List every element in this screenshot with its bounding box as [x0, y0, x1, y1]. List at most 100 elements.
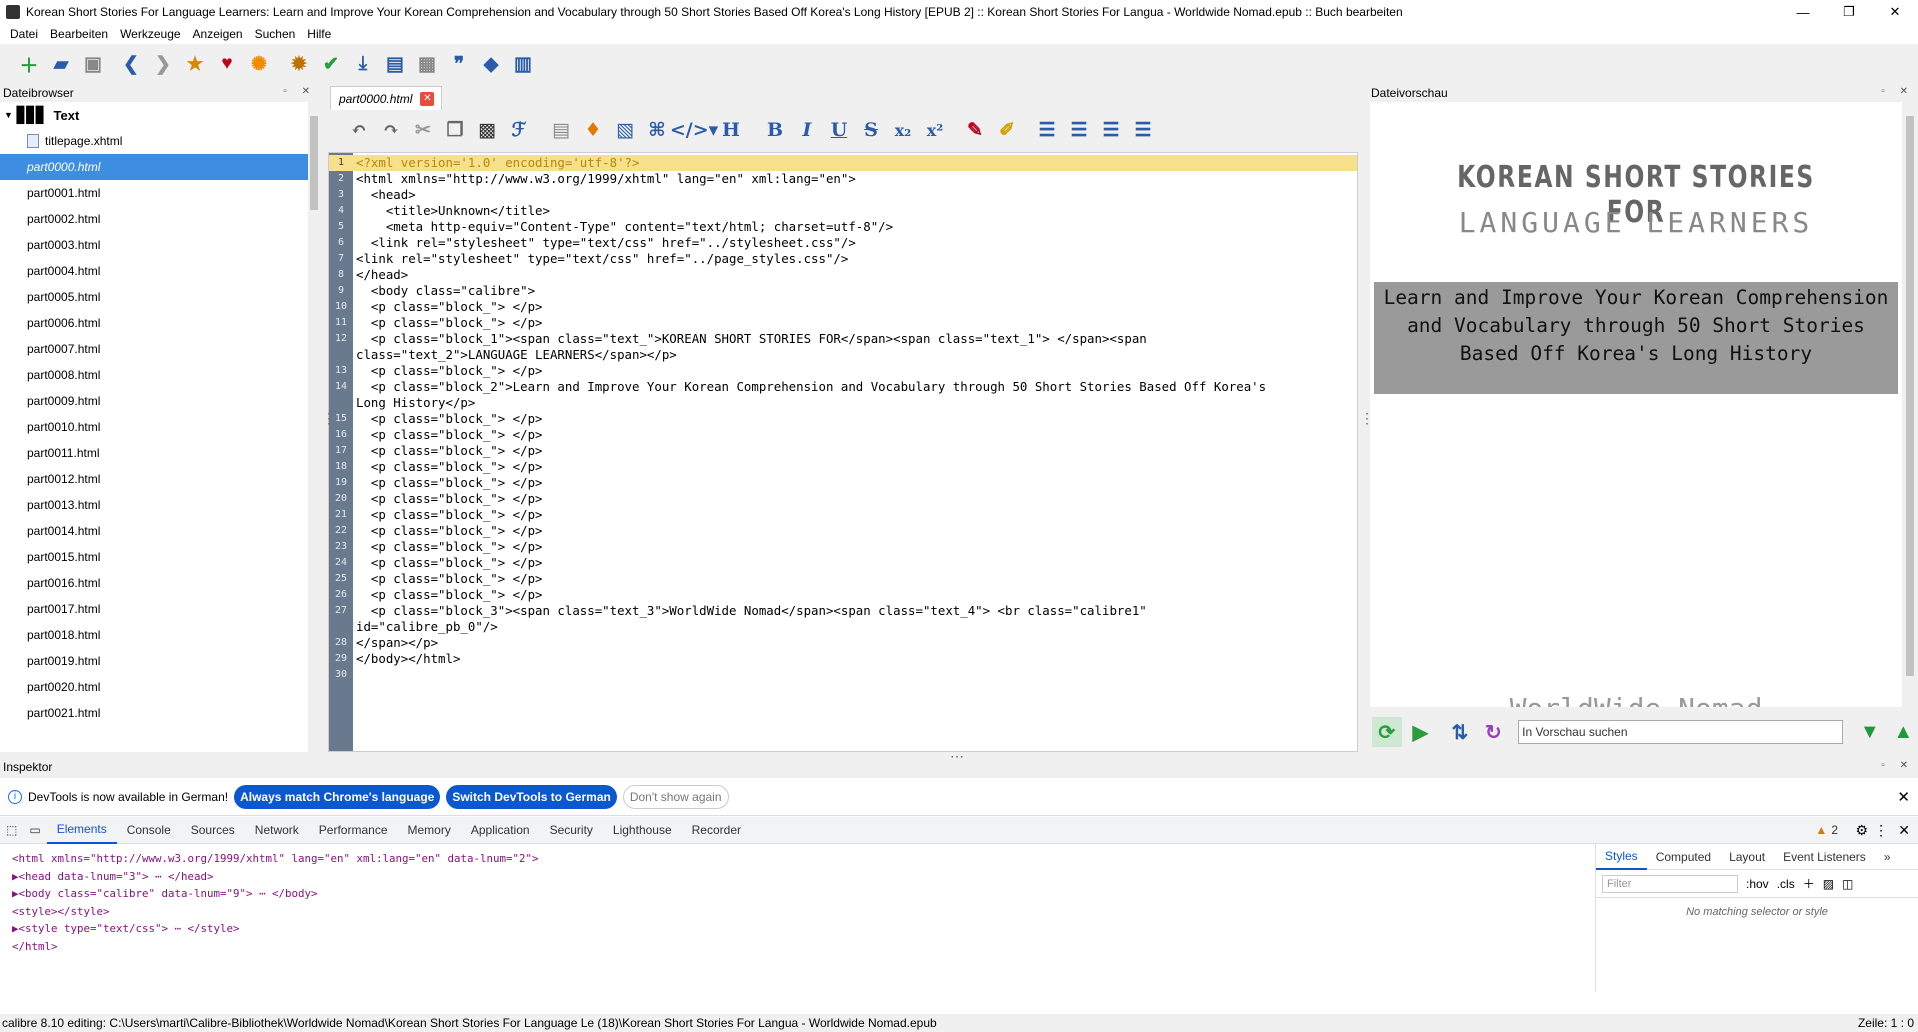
file-item[interactable]: part0000.html — [0, 154, 308, 180]
hov-toggle[interactable]: :hov — [1746, 877, 1769, 891]
auto-reload-icon[interactable]: ▶ — [1406, 717, 1436, 747]
refresh-icon[interactable]: ⟳ — [1372, 717, 1402, 747]
code-line[interactable]: 18 <p class="block_"> </p> — [329, 459, 1357, 475]
donate-heart-icon[interactable]: ♥ — [212, 49, 242, 79]
dom-node[interactable]: ▶<head data-lnum="3"> ⋯ </head> — [12, 868, 1592, 886]
code-line[interactable]: 2 <html xmlns="http://www.w3.org/1999/xht… — [329, 171, 1357, 187]
dom-node[interactable]: <html xmlns="http://www.w3.org/1999/xhtm… — [12, 850, 1592, 868]
code-line[interactable]: 11 <p class="block_"> </p> — [329, 315, 1357, 331]
cut-icon[interactable]: ✂ — [408, 115, 438, 145]
check-book-bug-icon[interactable]: ✹ — [284, 49, 314, 79]
save-icon[interactable]: ▣ — [78, 49, 108, 79]
menu-werkzeuge[interactable]: Werkzeuge — [114, 27, 186, 41]
dom-node[interactable]: ▶<body class="calibre" data-lnum="9"> ⋯ … — [12, 885, 1592, 903]
code-line[interactable]: 23 <p class="block_"> </p> — [329, 539, 1357, 555]
reload-icon[interactable]: ↻ — [1479, 717, 1509, 747]
code-line[interactable]: 25 <p class="block_"> </p> — [329, 571, 1357, 587]
file-item[interactable]: part0013.html — [0, 492, 308, 518]
cls-toggle[interactable]: .cls — [1777, 877, 1795, 891]
more-options-icon[interactable]: ⋮ — [1874, 822, 1888, 839]
background-color-icon[interactable]: ✐ — [992, 115, 1022, 145]
tab-styles[interactable]: Styles — [1596, 844, 1647, 870]
align-right-icon[interactable]: ☰ — [1096, 115, 1126, 145]
strikethrough-icon[interactable]: S — [856, 115, 886, 145]
file-item[interactable]: part0004.html — [0, 258, 308, 284]
code-line[interactable]: 8 </head> — [329, 267, 1357, 283]
file-item[interactable]: part0005.html — [0, 284, 308, 310]
clean-icon[interactable]: ◆ — [476, 49, 506, 79]
pane-controls-icon[interactable]: ▫ ✕ — [283, 86, 316, 97]
file-item[interactable]: part0007.html — [0, 336, 308, 362]
paint-icon[interactable]: ▨ — [1823, 877, 1834, 891]
reports-icon[interactable]: ⤓ — [348, 49, 378, 79]
tab-network[interactable]: Network — [245, 817, 309, 844]
code-line[interactable]: class="text_2">LANGUAGE LEARNERS</span><… — [329, 347, 1357, 363]
tab-memory[interactable]: Memory — [398, 817, 461, 844]
superscript-icon[interactable]: x² — [920, 115, 950, 145]
file-item[interactable]: titlepage.xhtml — [0, 128, 308, 154]
menu-bearbeiten[interactable]: Bearbeiten — [44, 27, 114, 41]
scrollbar-thumb[interactable] — [1906, 116, 1914, 676]
new-rule-icon[interactable]: ＋ — [1803, 875, 1815, 892]
dom-node[interactable]: </html> — [12, 938, 1592, 956]
code-lines[interactable]: 1 <?xml version='1.0' encoding='utf-8'?> 2… — [329, 155, 1357, 683]
code-editor[interactable]: 1 <?xml version='1.0' encoding='utf-8'?> 2… — [328, 152, 1358, 752]
file-item[interactable]: part0002.html — [0, 206, 308, 232]
close-devtools-icon[interactable]: ✕ — [1898, 822, 1910, 839]
code-line[interactable]: 13 <p class="block_"> </p> — [329, 363, 1357, 379]
menu-anzeigen[interactable]: Anzeigen — [187, 27, 249, 41]
file-item[interactable]: part0017.html — [0, 596, 308, 622]
file-item[interactable]: part0021.html — [0, 700, 308, 726]
tab-performance[interactable]: Performance — [309, 817, 398, 844]
plugins-icon[interactable]: ✺ — [244, 49, 274, 79]
align-left-icon[interactable]: ☰ — [1032, 115, 1062, 145]
tab-application[interactable]: Application — [461, 817, 540, 844]
file-item[interactable]: part0008.html — [0, 362, 308, 388]
file-item[interactable]: part0011.html — [0, 440, 308, 466]
file-item[interactable]: part0020.html — [0, 674, 308, 700]
redo-icon[interactable]: ↷ — [376, 115, 406, 145]
splitter-handle-icon[interactable]: ⋮ — [322, 410, 336, 427]
insert-link-icon[interactable]: ⌘ — [642, 115, 672, 145]
code-line[interactable]: 27 <p class="block_3"><span class="text_… — [329, 603, 1357, 619]
code-line[interactable]: 9 <body class="calibre"> — [329, 283, 1357, 299]
pane-controls-icon[interactable]: ▫ ✕ — [1881, 86, 1914, 97]
warnings-badge[interactable]: ▲ 2 — [1815, 823, 1838, 837]
sync-icon[interactable]: ⇅ — [1445, 717, 1475, 747]
dom-node[interactable]: ▶<style type="text/css"> ⋯ </style> — [12, 920, 1592, 938]
sidebar-toggle-icon[interactable]: ◫ — [1842, 877, 1853, 891]
paste-icon[interactable]: ▩ — [472, 115, 502, 145]
switch-to-german-button[interactable]: Switch DevTools to German — [446, 784, 617, 809]
open-book-icon[interactable]: ▰ — [46, 49, 76, 79]
underline-icon[interactable]: U — [824, 115, 854, 145]
menu-hilfe[interactable]: Hilfe — [301, 27, 337, 41]
code-line[interactable]: 3 <head> — [329, 187, 1357, 203]
code-line[interactable]: 28 </span></p> — [329, 635, 1357, 651]
code-line[interactable]: id="calibre_pb_0"/> — [329, 619, 1357, 635]
code-line[interactable]: 17 <p class="block_"> </p> — [329, 443, 1357, 459]
preview-pane[interactable]: KOREAN SHORT STORIES FOR LANGUAGE LEARNE… — [1370, 102, 1902, 707]
dont-show-again-button[interactable]: Don't show again — [622, 784, 729, 809]
tab-sources[interactable]: Sources — [181, 817, 245, 844]
maximize-button[interactable]: ❐ — [1826, 0, 1872, 24]
file-item[interactable]: part0018.html — [0, 622, 308, 648]
menu-datei[interactable]: Datei — [4, 27, 44, 41]
file-browser-scrollbar[interactable] — [308, 102, 320, 752]
menu-suchen[interactable]: Suchen — [249, 27, 302, 41]
statistics-icon[interactable]: ▥ — [508, 49, 538, 79]
new-file-icon[interactable]: ＋ — [14, 49, 44, 79]
code-line[interactable]: 26 <p class="block_"> </p> — [329, 587, 1357, 603]
code-line[interactable]: 29 </body></html> — [329, 651, 1357, 667]
copy-icon[interactable]: ❐ — [440, 115, 470, 145]
code-line[interactable]: 15 <p class="block_"> </p> — [329, 411, 1357, 427]
close-window-button[interactable]: ✕ — [1872, 0, 1918, 24]
preview-scrollbar[interactable] — [1904, 102, 1916, 707]
insert-html-icon[interactable]: ▤ — [546, 115, 576, 145]
insert-tag-icon[interactable]: ♦ — [578, 115, 608, 145]
close-infobar-icon[interactable]: ✕ — [1897, 788, 1910, 806]
file-item[interactable]: part0003.html — [0, 232, 308, 258]
tab-event-listeners[interactable]: Event Listeners — [1774, 844, 1875, 870]
code-line[interactable]: 24 <p class="block_"> </p> — [329, 555, 1357, 571]
expand-arrow-icon[interactable]: ▼ — [4, 110, 13, 120]
styles-filter-input[interactable]: Filter — [1602, 874, 1738, 893]
